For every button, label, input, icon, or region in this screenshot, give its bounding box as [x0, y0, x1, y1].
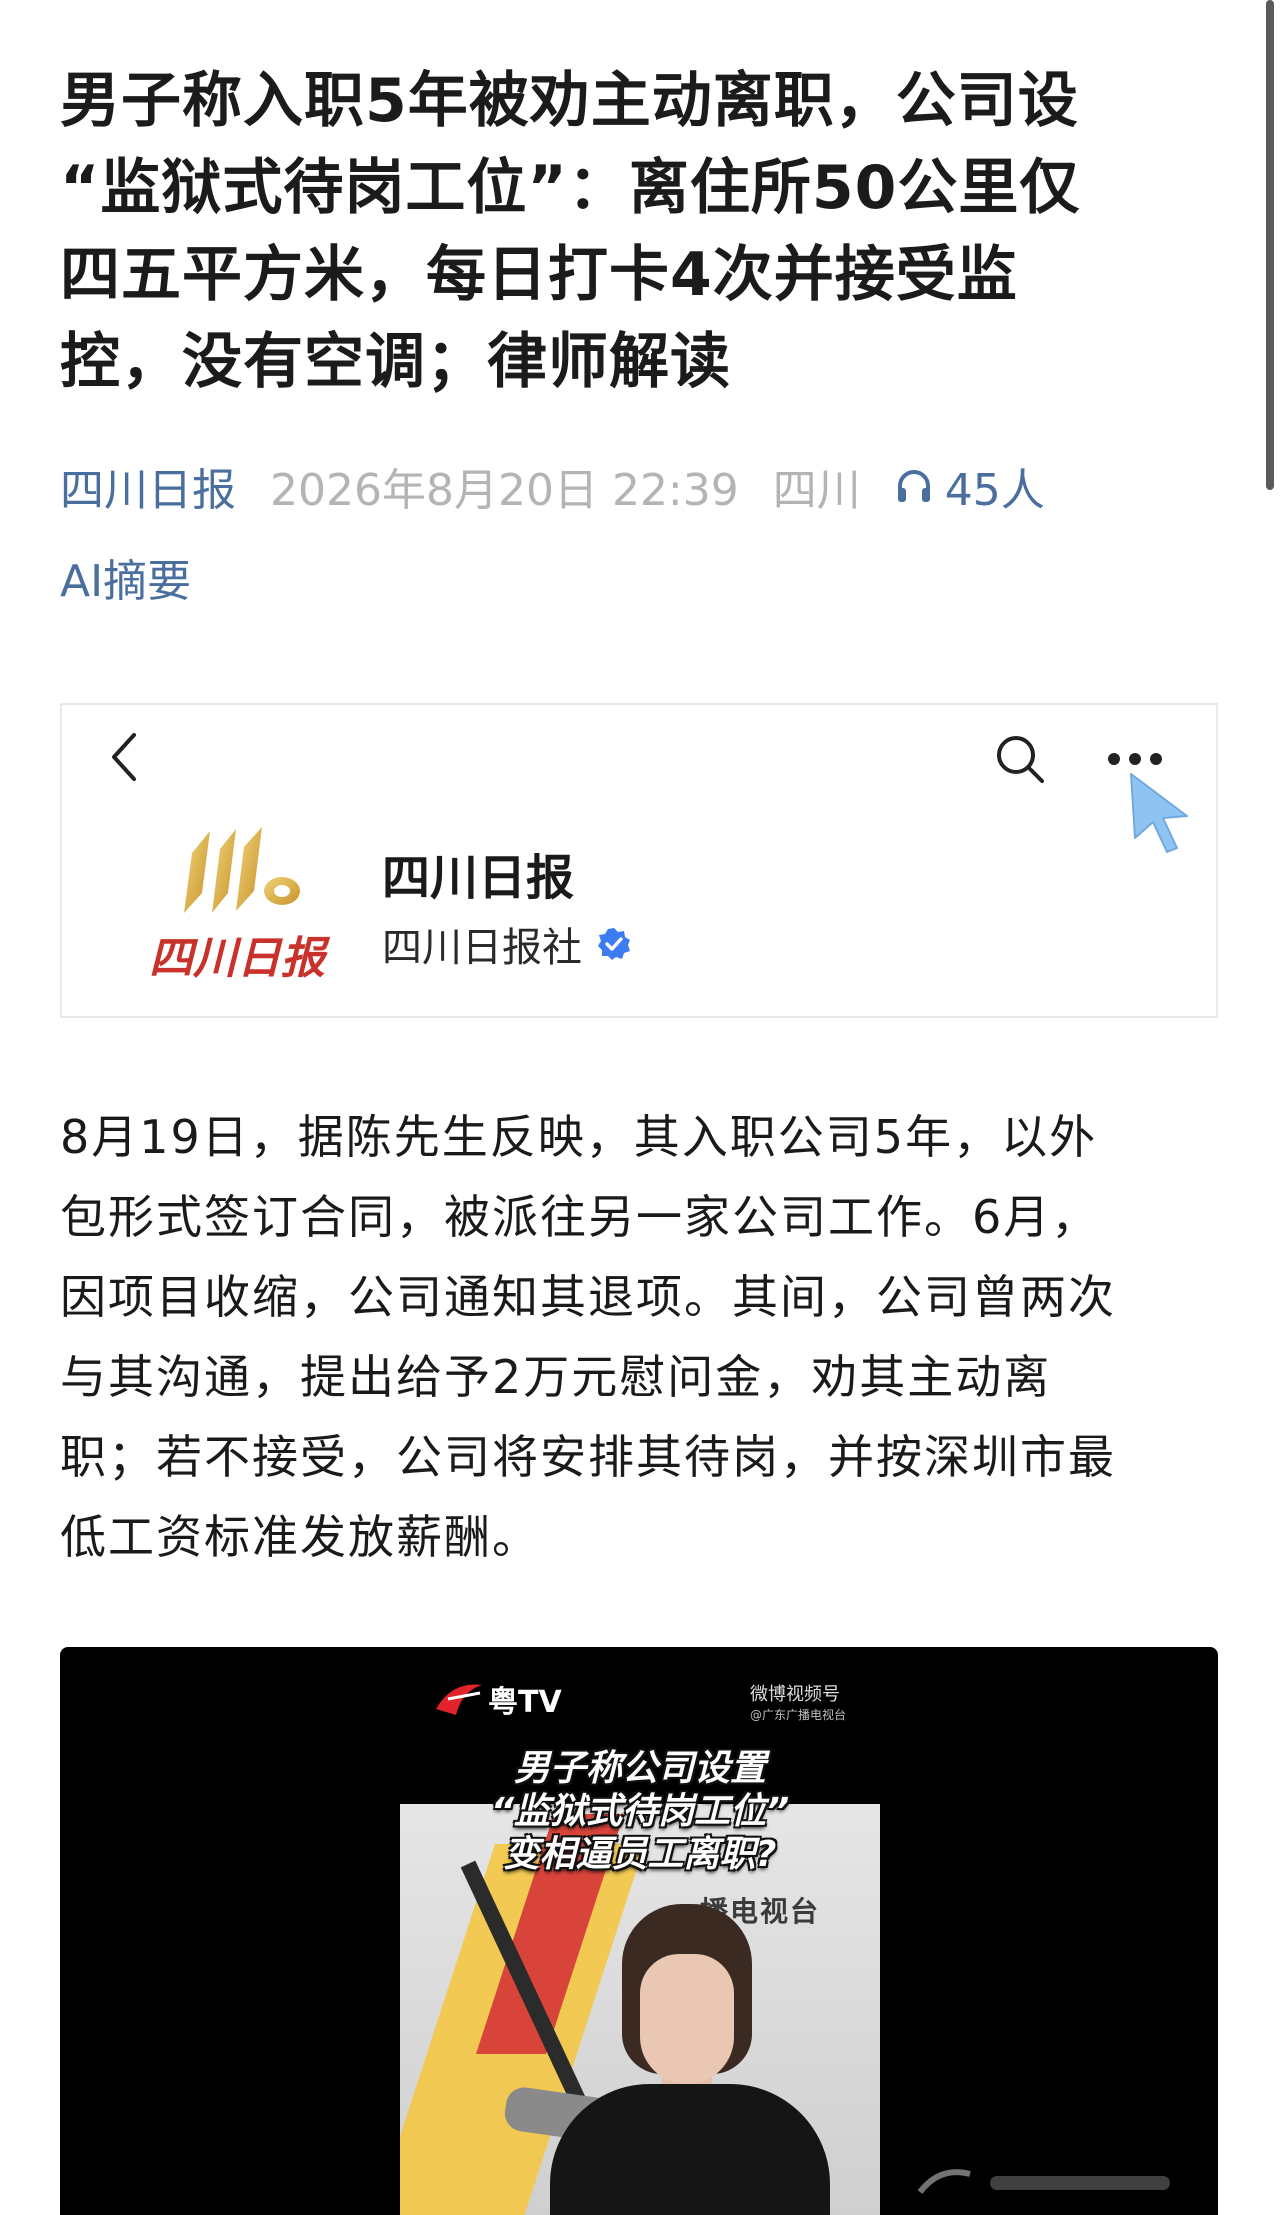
listen-button[interactable]: 45人: [895, 454, 1045, 518]
platform-label: 微博视频号: [750, 1684, 840, 1705]
headphones-icon: [897, 470, 930, 502]
search-icon[interactable]: [992, 731, 1048, 787]
location: 四川: [772, 465, 861, 516]
account-org: 四川日报社: [382, 915, 632, 973]
account-logo: 四川日报: [132, 823, 342, 984]
video-caption: 男子称公司设置 “监狱式待岗工位” 变相逼员工离职?: [400, 1747, 880, 1876]
body-line: 与其沟通，提出给予2万元慰问金，劝其主动离: [60, 1350, 1052, 1404]
video-brand-label: 粤TV: [488, 1685, 562, 1720]
gdtv-logo-icon: [436, 1684, 482, 1715]
platform-sub: @广东广播电视台: [750, 1708, 847, 1722]
presenter-face: [640, 1954, 734, 2084]
account-org-label: 四川日报社: [382, 925, 582, 971]
headline-line: 控，没有空调；律师解读: [60, 327, 731, 397]
ai-summary-button[interactable]: AI摘要: [60, 545, 191, 609]
platform-watermark: 微博视频号 @广东广播电视台: [750, 1685, 846, 1725]
listener-count: 45人: [944, 465, 1045, 516]
account-name[interactable]: 四川日报: [382, 838, 574, 908]
back-chevron-icon[interactable]: [104, 727, 144, 787]
pointer-cursor-icon: [1130, 773, 1188, 853]
svg-text:四川日报: 四川日报: [149, 933, 331, 983]
caption-line: “监狱式待岗工位”: [490, 1791, 790, 1832]
article-headline: 男子称入职5年被劝主动离职，公司设 “监狱式待岗工位”：离住所50公里仅 四五平…: [60, 58, 1220, 406]
body-line: 因项目收缩，公司通知其退项。其间，公司曾两次: [60, 1270, 1116, 1324]
headline-line: 男子称入职5年被劝主动离职，公司设: [60, 66, 1079, 136]
embedded-account-card[interactable]: 四川日报 四川日报 四川日报社: [60, 703, 1218, 1018]
body-line: 8月19日，据陈先生反映，其入职公司5年，以外: [60, 1110, 1098, 1164]
more-icon[interactable]: [1108, 753, 1162, 765]
video-brand: 粤TV: [432, 1677, 562, 1721]
page-scrollbar[interactable]: [1266, 0, 1274, 490]
video-player[interactable]: 粤TV 微博视频号 @广东广播电视台 播电视台 男子称公司设置 “监狱式待岗工位…: [60, 1647, 1218, 2215]
headline-line: 四五平方米，每日打卡4次并接受监: [60, 240, 1018, 310]
presenter-body: [550, 2084, 830, 2215]
body-line: 包形式签订合同，被派往另一家公司工作。6月，: [60, 1190, 1100, 1244]
caption-line: 男子称公司设置: [513, 1748, 766, 1789]
body-line: 低工资标准发放薪酬。: [60, 1510, 540, 1564]
headline-line: “监狱式待岗工位”：离住所50公里仅: [60, 153, 1081, 223]
caption-line: 变相逼员工离职?: [503, 1834, 777, 1875]
body-line: 职；若不接受，公司将安排其待岗，并按深圳市最: [60, 1430, 1116, 1484]
source-link[interactable]: 四川日报: [60, 454, 236, 518]
publish-datetime: 2026年8月20日 22:39: [270, 465, 739, 516]
article-meta: 四川日报 2026年8月20日 22:39 四川 45人: [60, 456, 1045, 516]
article-body: 8月19日，据陈先生反映，其入职公司5年，以外 包形式签订合同，被派往另一家公司…: [60, 1097, 1230, 1577]
verified-badge-icon: [598, 928, 630, 960]
corner-watermark: [917, 2169, 1170, 2194]
